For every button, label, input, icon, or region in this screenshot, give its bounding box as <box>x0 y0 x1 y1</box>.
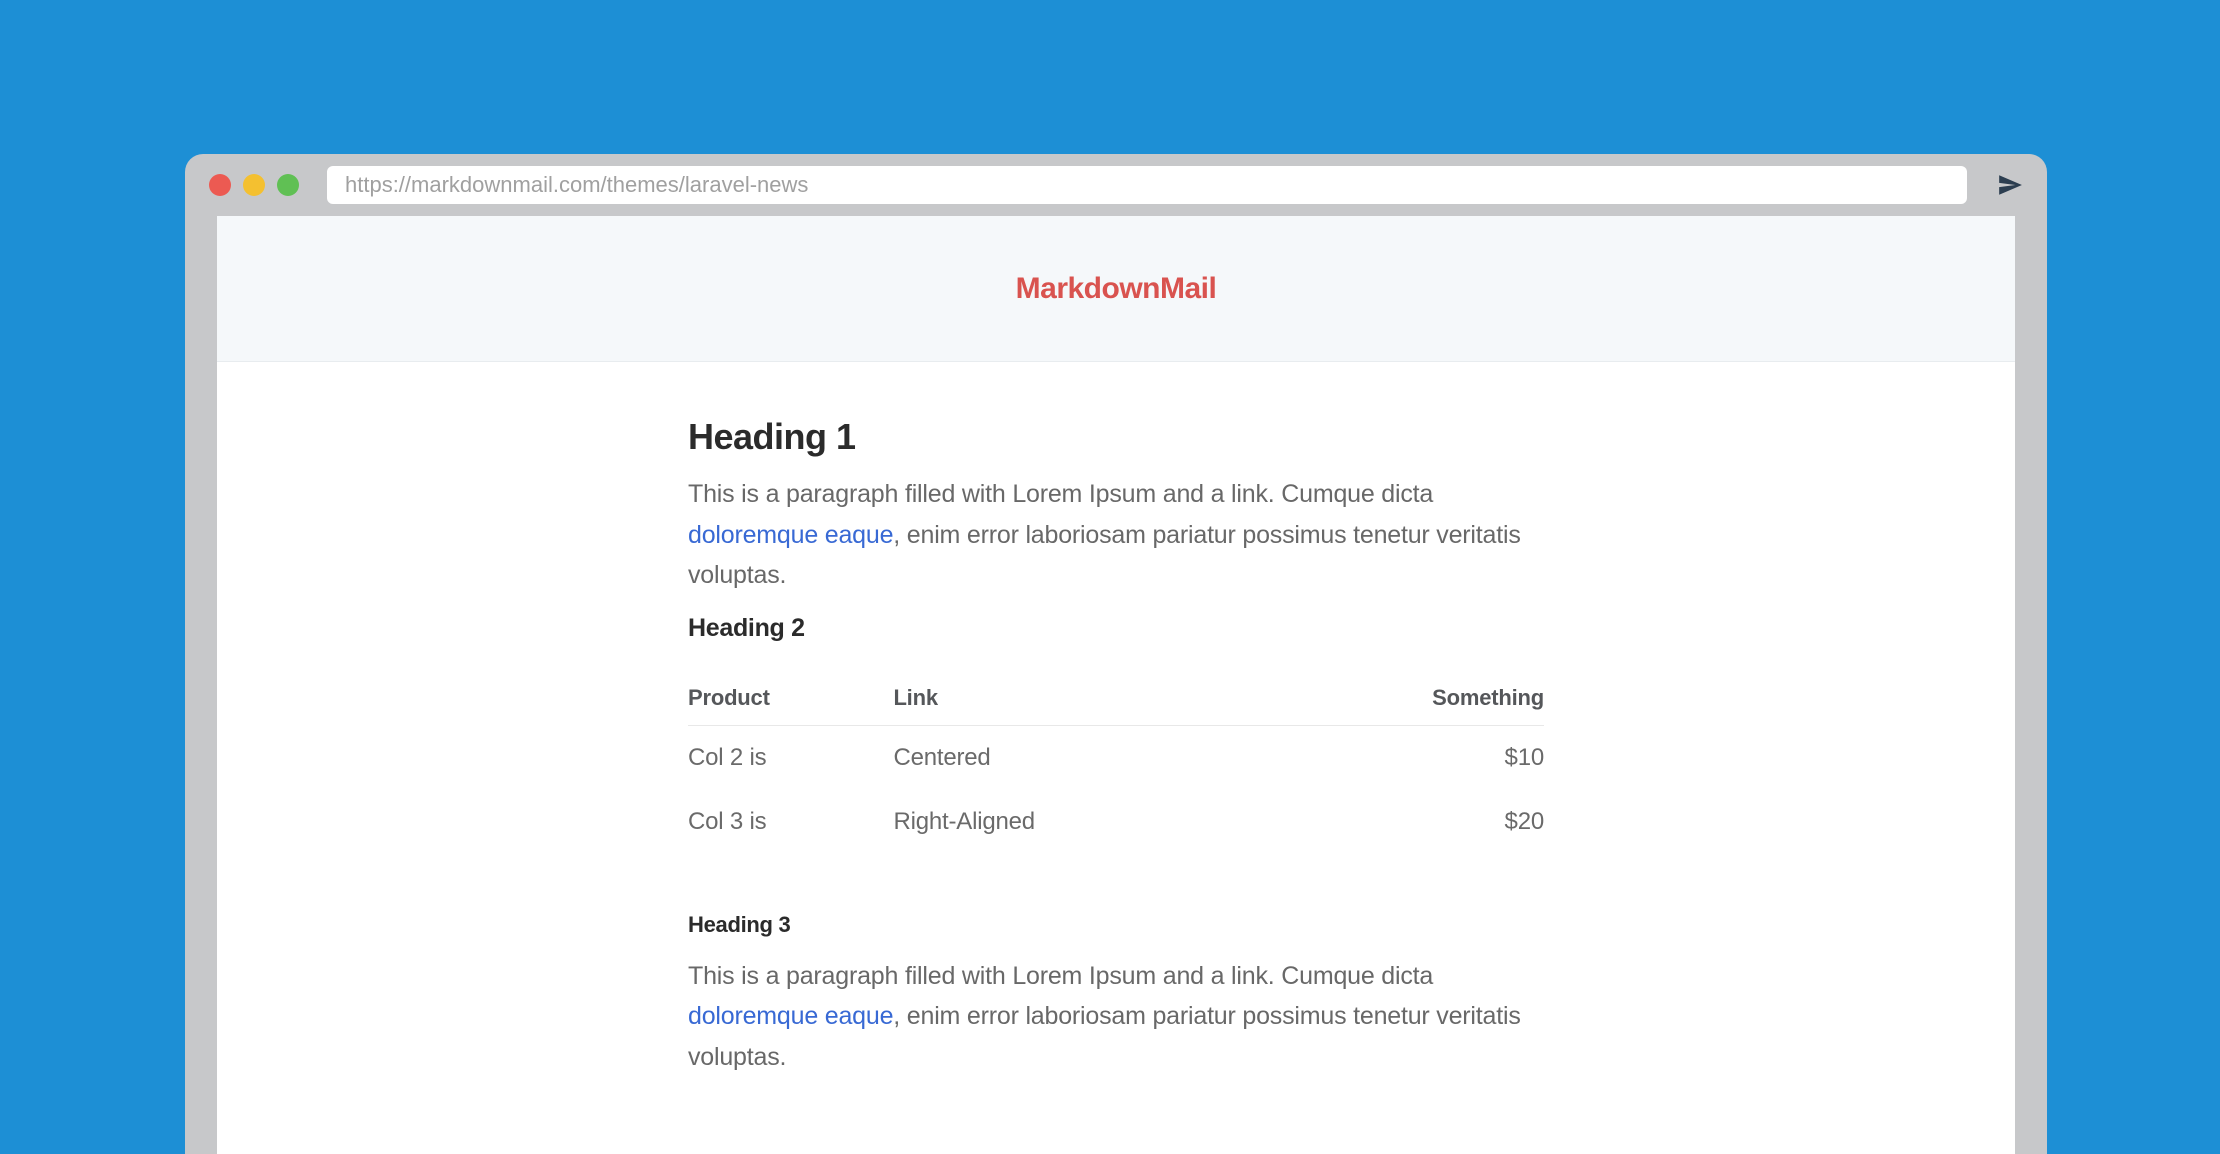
minimize-window-button[interactable] <box>243 174 265 196</box>
browser-chrome: https://markdownmail.com/themes/laravel-… <box>185 154 2047 216</box>
heading-2: Heading 2 <box>688 614 1544 643</box>
table-cell: Col 3 is <box>688 790 893 854</box>
maximize-window-button[interactable] <box>277 174 299 196</box>
table-row: Col 2 is Centered $10 <box>688 725 1544 790</box>
table-header-something: Something <box>1321 671 1544 726</box>
table-cell: $20 <box>1321 790 1544 854</box>
traffic-lights <box>209 174 299 196</box>
paragraph-1: This is a paragraph filled with Lorem Ip… <box>688 474 1544 596</box>
table-cell: Right-Aligned <box>893 790 1321 854</box>
paragraph-2-link[interactable]: doloremque eaque <box>688 1002 893 1030</box>
table-header-row: Product Link Something <box>688 671 1544 726</box>
url-text: https://markdownmail.com/themes/laravel-… <box>345 172 808 198</box>
page-content-area: MarkdownMail Heading 1 This is a paragra… <box>217 216 2015 1154</box>
table-cell: Centered <box>893 725 1321 790</box>
main-content: Heading 1 This is a paragraph filled wit… <box>688 362 1544 1077</box>
paragraph-1-text-before: This is a paragraph filled with Lorem Ip… <box>688 480 1433 508</box>
page-header: MarkdownMail <box>217 216 2015 362</box>
brand-logo[interactable]: MarkdownMail <box>1016 272 1217 306</box>
data-table: Product Link Something Col 2 is Centered… <box>688 671 1544 854</box>
table-cell: Col 2 is <box>688 725 893 790</box>
send-icon[interactable] <box>1997 172 2023 198</box>
paragraph-2-text-before: This is a paragraph filled with Lorem Ip… <box>688 962 1433 990</box>
paragraph-1-link[interactable]: doloremque eaque <box>688 521 893 549</box>
heading-1: Heading 1 <box>688 416 1544 458</box>
table-cell: $10 <box>1321 725 1544 790</box>
close-window-button[interactable] <box>209 174 231 196</box>
table-header-link: Link <box>893 671 1321 726</box>
table-header-product: Product <box>688 671 893 726</box>
url-bar[interactable]: https://markdownmail.com/themes/laravel-… <box>327 166 1967 204</box>
paragraph-2: This is a paragraph filled with Lorem Ip… <box>688 956 1544 1078</box>
table-row: Col 3 is Right-Aligned $20 <box>688 790 1544 854</box>
heading-3: Heading 3 <box>688 912 1544 938</box>
browser-window: https://markdownmail.com/themes/laravel-… <box>185 154 2047 1154</box>
